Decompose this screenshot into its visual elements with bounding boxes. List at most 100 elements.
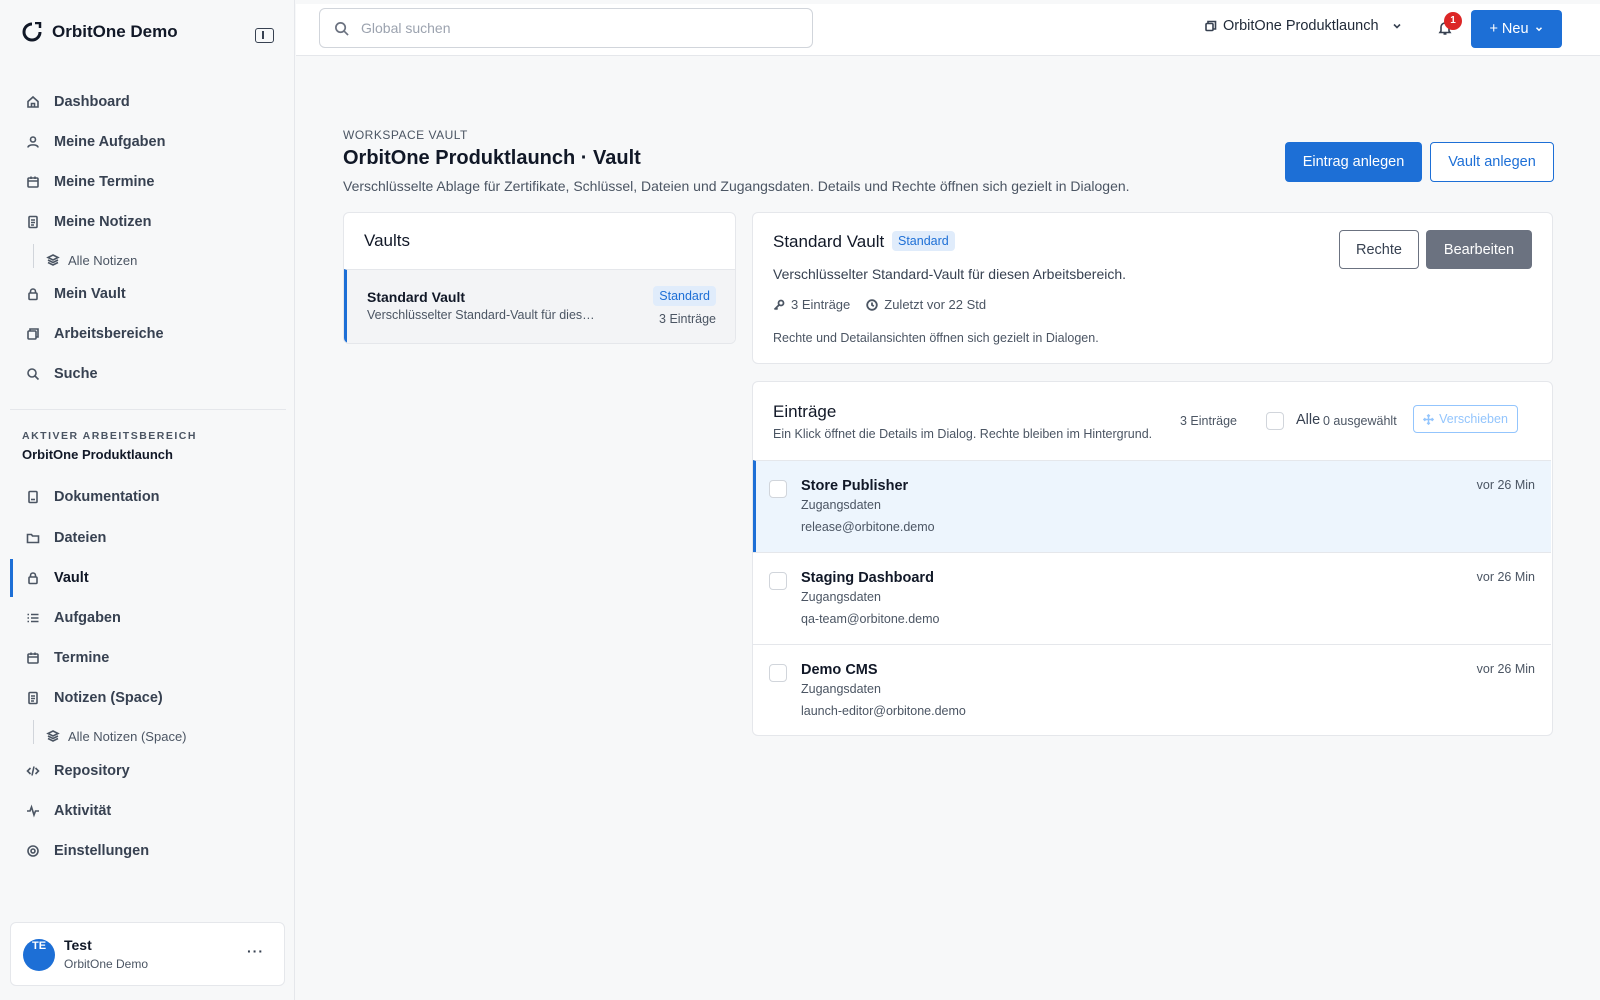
entry-time: vor 26 Min (1476, 478, 1535, 492)
edit-button[interactable]: Bearbeiten (1426, 230, 1532, 269)
note-icon (26, 691, 40, 705)
home-icon (26, 95, 40, 109)
select-all-checkbox[interactable] (1266, 412, 1284, 430)
more-icon[interactable]: ··· (247, 943, 264, 959)
user-name: Test (64, 937, 92, 953)
add-entry-button[interactable]: Eintrag anlegen (1285, 142, 1422, 182)
entry-name: Staging Dashboard (801, 570, 934, 586)
vault-name: Standard Vault (367, 289, 466, 305)
entry-name: Demo CMS (801, 662, 878, 678)
entry-type: Zugangsdaten (801, 590, 881, 604)
entries-count: 3 Einträge (791, 297, 851, 312)
user-icon (26, 135, 40, 149)
vault-list-item[interactable]: Standard Vault Verschlüsselter Standard-… (344, 269, 735, 343)
rights-button[interactable]: Rechte (1339, 230, 1419, 269)
move-icon (1423, 413, 1435, 425)
sidebar-item-meine-termine[interactable]: Meine Termine (10, 164, 286, 200)
sidebar-item-dateien[interactable]: Dateien (10, 520, 286, 556)
sidebar-item-label: Dateien (54, 530, 107, 546)
entries-subtitle: Ein Klick öffnet die Details im Dialog. … (773, 427, 1153, 441)
layers-icon (46, 729, 60, 743)
move-button[interactable]: Verschieben (1413, 405, 1518, 433)
entries-count: 3 Einträge (1180, 414, 1237, 428)
sidebar-item-meine-aufgaben[interactable]: Meine Aufgaben (10, 124, 286, 160)
entry-row[interactable]: Demo CMS Zugangsdaten launch-editor@orbi… (753, 644, 1551, 735)
brand[interactable]: OrbitOne Demo (22, 22, 178, 42)
sidebar-item-aktivitaet[interactable]: Aktivität (10, 793, 286, 829)
calendar-icon (26, 651, 40, 665)
workspace-switcher[interactable]: OrbitOne Produktlaunch (1205, 18, 1403, 34)
new-button[interactable]: + Neu (1471, 10, 1562, 48)
key-icon (773, 299, 785, 310)
brand-name: OrbitOne Demo (52, 22, 178, 41)
vault-detail-description: Verschlüsselter Standard-Vault für diese… (773, 266, 1127, 282)
sidebar-item-notizen-space[interactable]: Notizen (Space) (10, 680, 286, 716)
sidebar-item-arbeitsbereiche[interactable]: Arbeitsbereiche (10, 316, 286, 352)
user-org: OrbitOne Demo (64, 957, 149, 971)
entries-title: Einträge (773, 402, 837, 421)
lock-icon (26, 287, 40, 301)
sidebar-item-label: Meine Aufgaben (54, 134, 166, 150)
entry-row[interactable]: Store Publisher Zugangsdaten release@orb… (753, 460, 1551, 552)
settings-icon (26, 844, 40, 858)
sidebar-item-label: Suche (54, 366, 98, 382)
updated-meta: Zuletzt vor 22 Std (866, 297, 986, 312)
sidebar-item-vault[interactable]: Vault (10, 560, 286, 596)
entry-checkbox[interactable] (769, 572, 787, 590)
orbitone-logo-icon (22, 22, 42, 42)
vaults-heading: Vaults (364, 231, 410, 250)
sidebar-item-dokumentation[interactable]: Dokumentation (10, 479, 286, 515)
sidebar-item-alle-notizen[interactable]: Alle Notizen (10, 247, 286, 273)
topbar: OrbitOne Produktlaunch 1 + Neu (296, 4, 1600, 56)
vaults-card: Vaults Standard Vault Verschlüsselter St… (343, 212, 736, 344)
entry-username: release@orbitone.demo (801, 520, 935, 534)
entry-checkbox[interactable] (769, 664, 787, 682)
sidebar-item-label: Notizen (Space) (54, 690, 163, 706)
entry-time: vor 26 Min (1476, 570, 1535, 584)
vault-description: Verschlüsselter Standard-Vault für diese… (367, 308, 597, 322)
sidebar-item-mein-vault[interactable]: Mein Vault (10, 276, 286, 312)
sidebar-collapse-icon[interactable] (255, 28, 274, 43)
chevron-down-icon (1535, 27, 1542, 32)
vault-detail-note: Rechte und Detailansichten öffnen sich g… (773, 331, 1099, 345)
page-description: Verschlüsselte Ablage für Zertifikate, S… (343, 178, 1130, 194)
sidebar-item-einstellungen[interactable]: Einstellungen (10, 833, 286, 869)
sidebar-item-suche[interactable]: Suche (10, 356, 286, 392)
sidebar-item-alle-notizen-space[interactable]: Alle Notizen (Space) (10, 723, 286, 749)
entry-type: Zugangsdaten (801, 682, 881, 696)
global-search[interactable] (319, 8, 813, 48)
add-vault-button[interactable]: Vault anlegen (1430, 142, 1554, 182)
vault-detail-card: Standard Vault Standard Verschlüsselter … (752, 212, 1553, 364)
workspace-icon (1205, 20, 1217, 32)
vault-entry-count: 3 Einträge (659, 312, 716, 326)
sidebar-item-label: Vault (54, 570, 89, 586)
document-icon (26, 490, 40, 504)
sidebar-item-label: Einstellungen (54, 843, 150, 859)
sidebar-item-dashboard[interactable]: Dashboard (10, 84, 286, 120)
sidebar-item-meine-notizen[interactable]: Meine Notizen (10, 204, 286, 240)
list-icon (26, 611, 40, 625)
entry-row[interactable]: Staging Dashboard Zugangsdaten qa-team@o… (753, 552, 1551, 644)
sidebar-item-label: Termine (54, 650, 110, 666)
clock-icon (866, 298, 878, 311)
calendar-icon (26, 175, 40, 189)
vault-badge: Standard (653, 286, 716, 306)
sidebar-item-label: Arbeitsbereiche (54, 326, 164, 342)
sidebar-item-label: Aufgaben (54, 610, 121, 626)
active-workspace-name: OrbitOne Produktlaunch (22, 447, 173, 462)
sidebar-item-label: Meine Notizen (54, 214, 152, 230)
sidebar-item-repository[interactable]: Repository (10, 753, 286, 789)
search-icon (26, 367, 40, 381)
entry-username: qa-team@orbitone.demo (801, 612, 940, 626)
search-input[interactable] (361, 20, 781, 36)
note-icon (26, 215, 40, 229)
page-eyebrow: WORKSPACE VAULT (343, 128, 468, 142)
sidebar-item-aufgaben[interactable]: Aufgaben (10, 600, 286, 636)
entry-checkbox[interactable] (769, 480, 787, 498)
sidebar-item-termine[interactable]: Termine (10, 640, 286, 676)
select-all-label: Alle (1296, 412, 1321, 428)
sidebar-divider (10, 409, 286, 410)
vault-detail-title: Standard Vault (773, 232, 885, 251)
user-card[interactable]: TE Test OrbitOne Demo ··· (10, 922, 285, 986)
workspace-switcher-label: OrbitOne Produktlaunch (1223, 18, 1379, 34)
